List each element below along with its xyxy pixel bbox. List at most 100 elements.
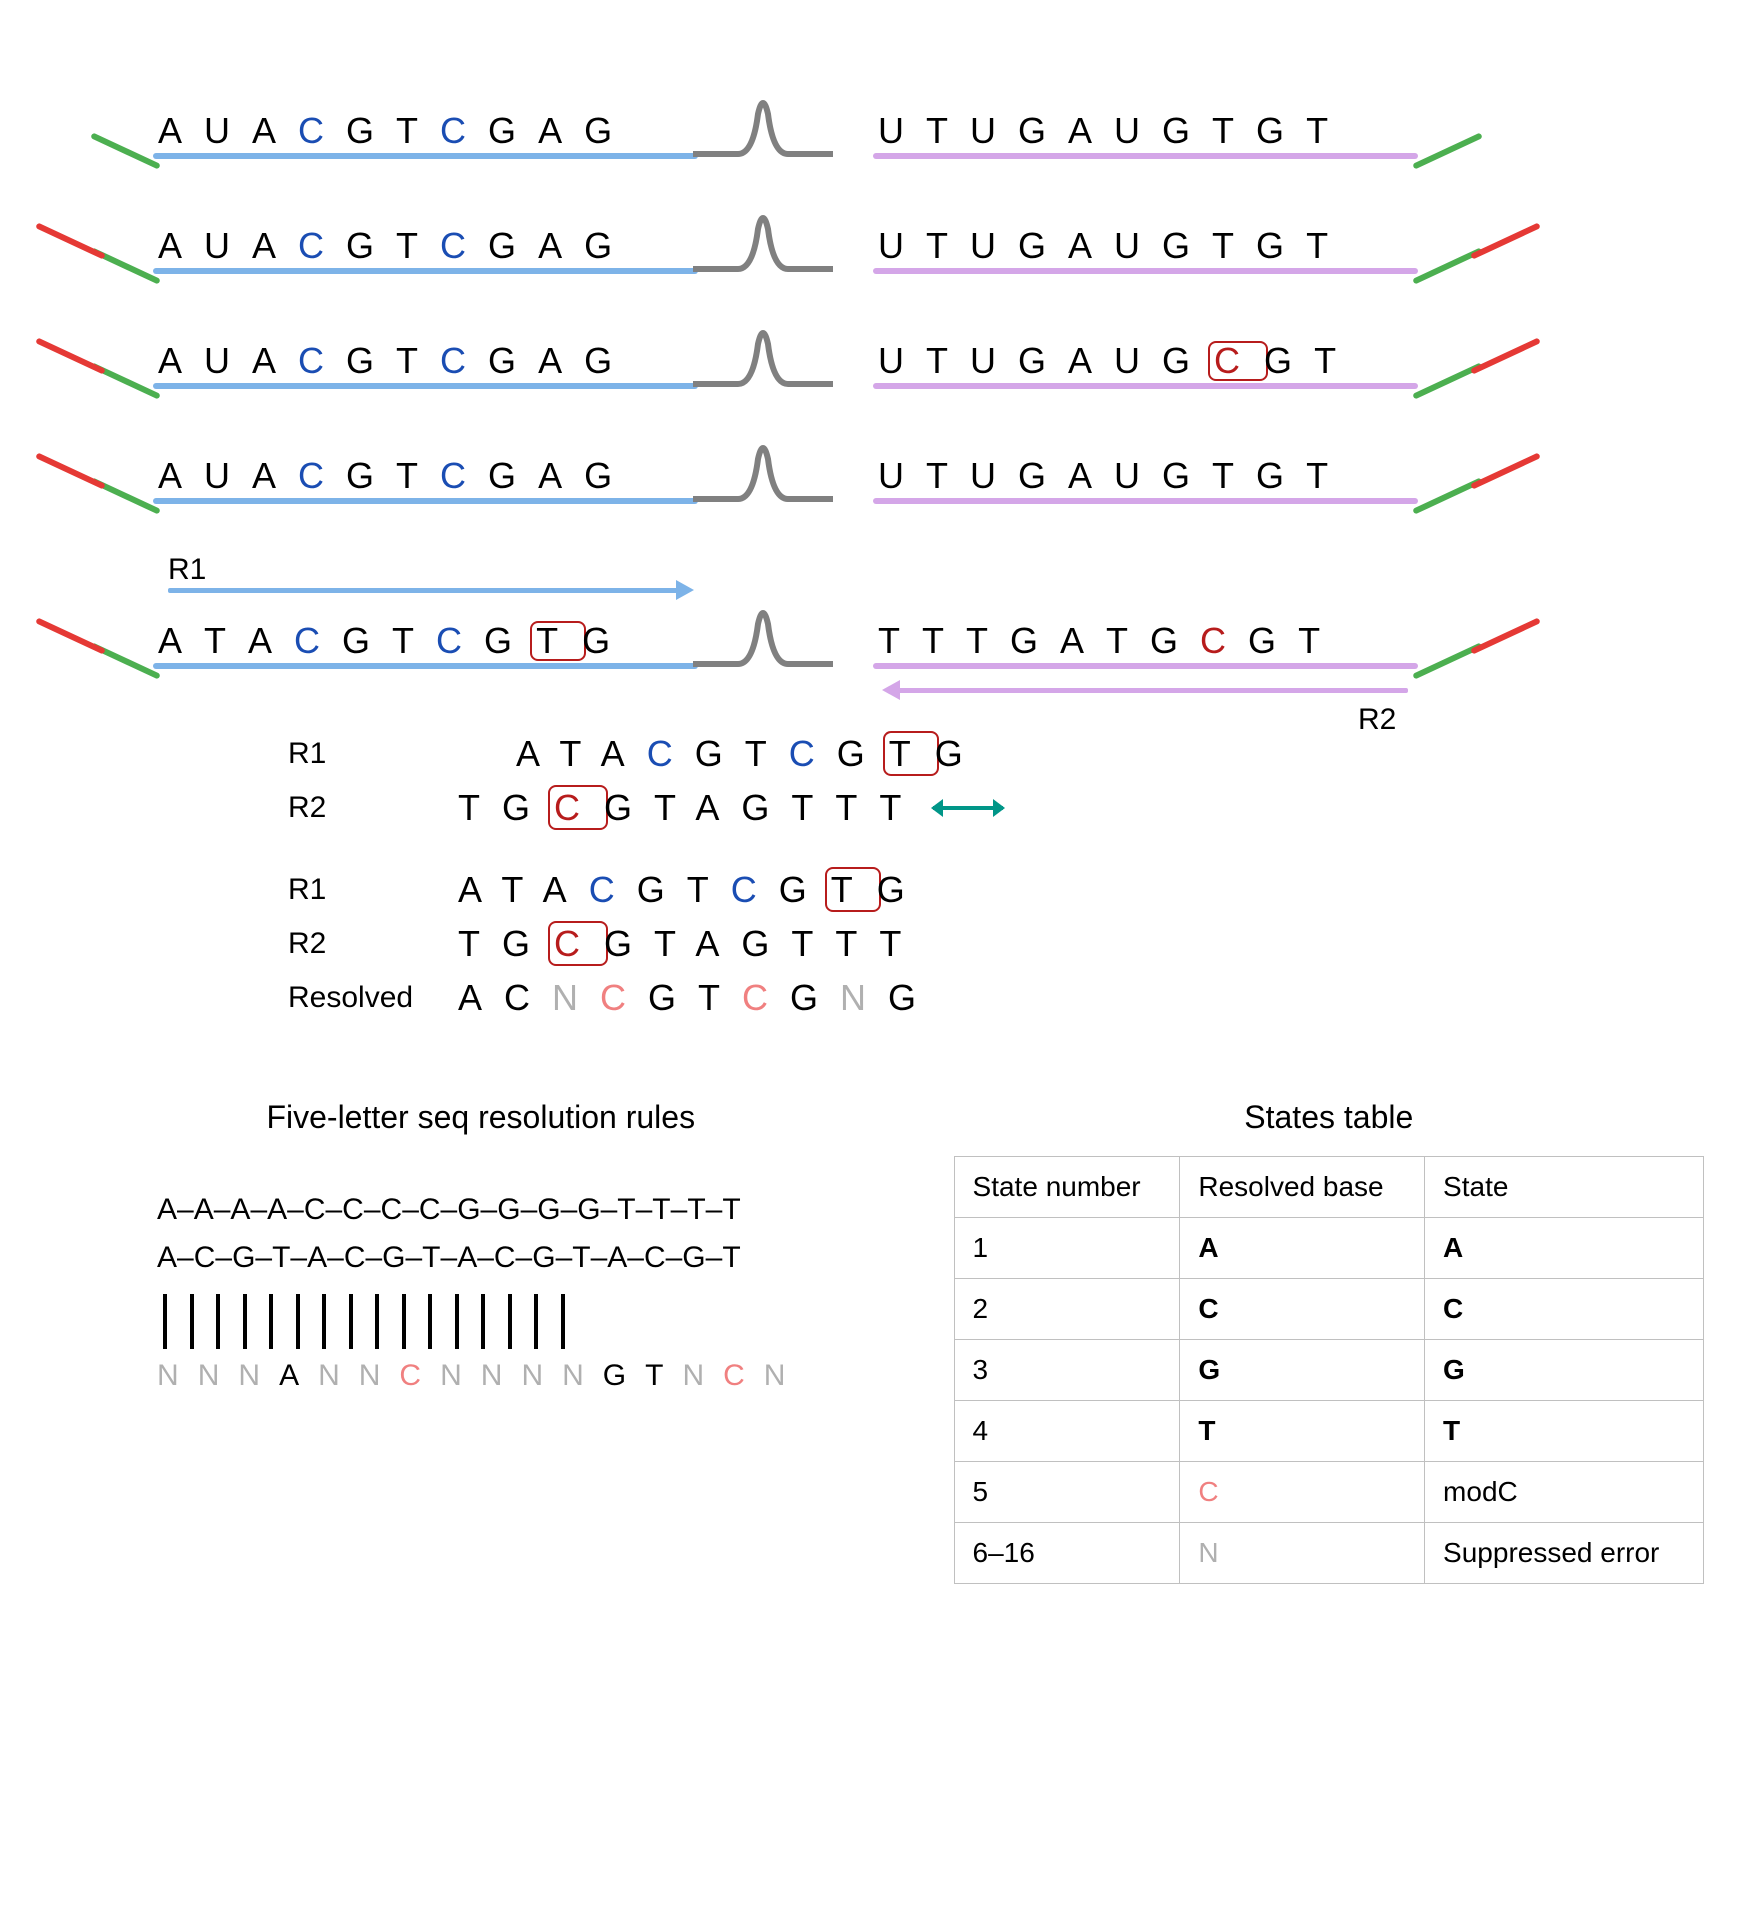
sequence-row: AUACGTCGAG UTUGAUGTGT (68, 203, 1704, 278)
end-red-icon (1470, 337, 1541, 374)
state-base: C (1180, 1462, 1425, 1523)
state-value: modC (1425, 1462, 1704, 1523)
r1-underline (153, 663, 698, 669)
tick-icon (296, 1294, 300, 1349)
tick-icon (349, 1294, 353, 1349)
right-seq: UTUGAUGTGT (878, 455, 1350, 497)
state-value: Suppressed error (1425, 1523, 1704, 1584)
rules-result: NNNANNCNNNNGTNCN (157, 1359, 804, 1393)
align2-r1-seq: ATACGTCGTG (458, 869, 927, 911)
align2-r2-seq: TGCGTAGTTT (458, 923, 923, 965)
state-base: T (1180, 1401, 1425, 1462)
tick-icon (455, 1294, 459, 1349)
right-seq: UTUGAUGCGT (878, 340, 1358, 382)
left-seq: AUACGTCGAG (158, 340, 634, 382)
resolved-label: Resolved (288, 981, 458, 1015)
states-header: State number (954, 1157, 1180, 1218)
right-underline (873, 153, 1418, 159)
states-table: State numberResolved baseState 1 A A2 C … (954, 1156, 1704, 1584)
left-seq: AUACGTCGAG (158, 225, 634, 267)
loop-bump-icon (693, 326, 833, 396)
right-underline (873, 268, 1418, 274)
end-red-l (35, 617, 106, 654)
states-header: State (1425, 1157, 1704, 1218)
alignment-block-2: R1 ATACGTCGTG R2 TGCGTAGTTT Resolved ACN… (288, 869, 1704, 1019)
r2-arrow (898, 688, 1408, 693)
tick-icon (428, 1294, 432, 1349)
right-seq: UTUGAUGTGT (878, 110, 1350, 152)
read-row: R1 ATACGTCGTG TTTGATGCGT R2 (68, 598, 1704, 673)
loop-bump-icon (693, 96, 833, 166)
table-row: 1 A A (954, 1218, 1703, 1279)
table-row: 6–16 N Suppressed error (954, 1523, 1703, 1584)
states-title: States table (954, 1099, 1704, 1136)
tick-icon (322, 1294, 326, 1349)
align-r1-label: R1 (288, 737, 458, 771)
resolved-seq: ACNCGTCGNG (458, 977, 938, 1019)
state-value: T (1425, 1401, 1704, 1462)
end-green-icon (90, 132, 161, 169)
tick-icon (534, 1294, 538, 1349)
state-value: G (1425, 1340, 1704, 1401)
tick-icon (375, 1294, 379, 1349)
state-num: 4 (954, 1401, 1180, 1462)
bottom-section: Five-letter seq resolution rules A–A–A–A… (68, 1099, 1704, 1584)
sequence-row: AUACGTCGAG UTUGAUGTGT (68, 433, 1704, 508)
tick-icon (163, 1294, 167, 1349)
rules-title: Five-letter seq resolution rules (68, 1099, 894, 1136)
align2-r2-label: R2 (288, 927, 458, 961)
state-base: G (1180, 1340, 1425, 1401)
r1-arrowhead (676, 580, 694, 600)
rules-panel: Five-letter seq resolution rules A–A–A–A… (68, 1099, 894, 1393)
rules-line2: A–C–G–T–A–C–G–T–A–C–G–T–A–C–G–T (157, 1234, 804, 1282)
end-red-r (1470, 617, 1541, 654)
state-base: A (1180, 1218, 1425, 1279)
sequence-row: AUACGTCGAG UTUGAUGTGT (68, 88, 1704, 163)
left-underline (153, 268, 698, 274)
state-base: C (1180, 1279, 1425, 1340)
align2-r1-label: R1 (288, 873, 458, 907)
rules-ticks (163, 1294, 804, 1349)
table-row: 5 C modC (954, 1462, 1703, 1523)
align-r2-seq: TGCGTAGTTT (458, 787, 923, 829)
rules-line1: A–A–A–A–C–C–C–C–G–G–G–G–T–T–T–T (157, 1186, 804, 1234)
alignment-block-1: R1 ATACGTCGTG R2 TGCGTAGTTT (288, 733, 1704, 829)
left-seq: AUACGTCGAG (158, 110, 634, 152)
states-header: Resolved base (1180, 1157, 1425, 1218)
tick-icon (481, 1294, 485, 1349)
end-red-icon (1470, 452, 1541, 489)
state-num: 1 (954, 1218, 1180, 1279)
r1-arrow (168, 588, 678, 593)
reverse-complement-icon (933, 806, 1003, 810)
end-green-icon (1412, 132, 1483, 169)
r2-arrowhead (882, 680, 900, 700)
end-red-icon (1470, 222, 1541, 259)
left-underline (153, 383, 698, 389)
end-red-icon (35, 222, 106, 259)
align-r2-label: R2 (288, 791, 458, 825)
loop-bump-icon (693, 441, 833, 511)
r1-label: R1 (168, 553, 206, 587)
state-num: 5 (954, 1462, 1180, 1523)
state-num: 3 (954, 1340, 1180, 1401)
loop-bump-icon (693, 211, 833, 281)
tick-icon (216, 1294, 220, 1349)
states-panel: States table State numberResolved baseSt… (954, 1099, 1704, 1584)
r2-seq-right: TTTGATGCGT (878, 620, 1342, 662)
align-r1-seq: ATACGTCGTG (516, 733, 985, 775)
table-row: 2 C C (954, 1279, 1703, 1340)
tick-icon (190, 1294, 194, 1349)
tick-icon (508, 1294, 512, 1349)
r2-label: R2 (1358, 703, 1396, 737)
right-seq: UTUGAUGTGT (878, 225, 1350, 267)
r1-seq-left: ATACGTCGTG (158, 620, 632, 662)
tick-icon (402, 1294, 406, 1349)
state-num: 6–16 (954, 1523, 1180, 1584)
left-seq: AUACGTCGAG (158, 455, 634, 497)
loop-bump-icon (693, 606, 833, 676)
tick-icon (561, 1294, 565, 1349)
state-base: N (1180, 1523, 1425, 1584)
right-underline (873, 498, 1418, 504)
sequence-row: AUACGTCGAG UTUGAUGCGT (68, 318, 1704, 393)
tick-icon (269, 1294, 273, 1349)
